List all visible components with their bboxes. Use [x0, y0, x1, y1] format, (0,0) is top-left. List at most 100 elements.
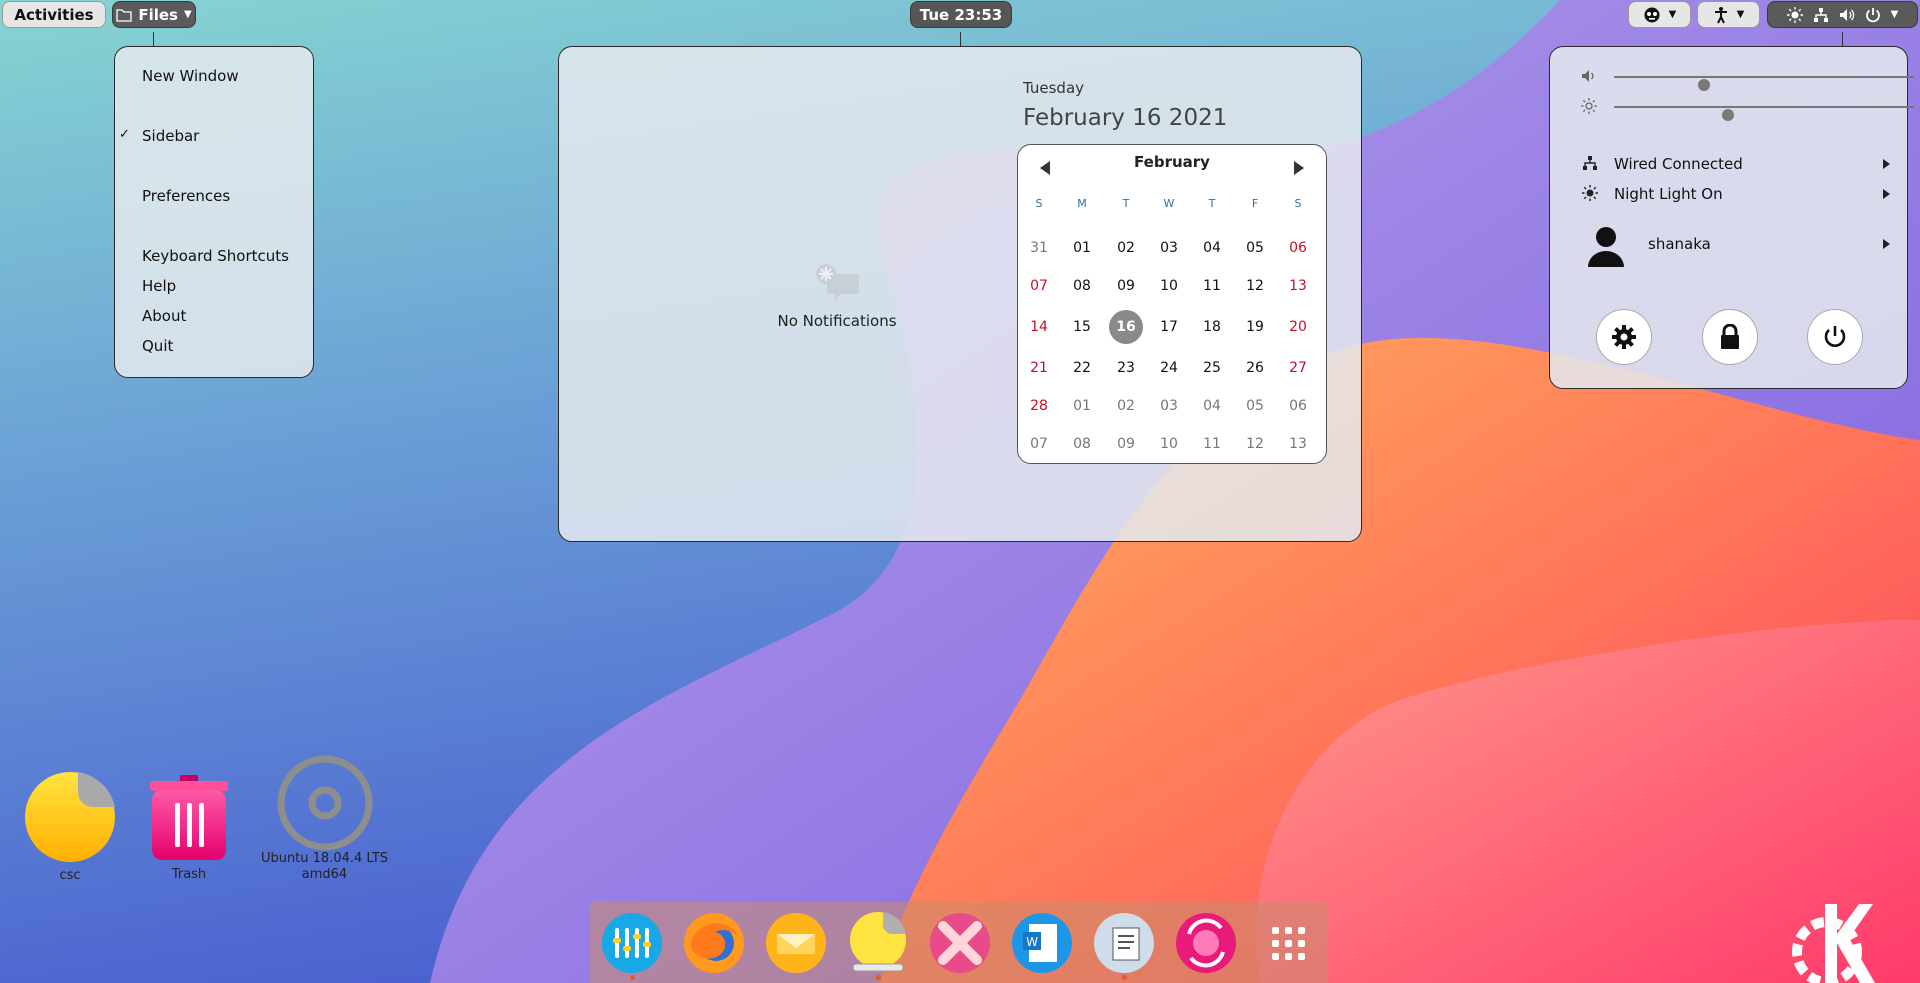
- menu-item-quit[interactable]: Quit: [142, 337, 173, 355]
- calendar-day[interactable]: 09: [1109, 429, 1143, 459]
- weekday-label: Tuesday: [1023, 79, 1085, 97]
- calendar-day[interactable]: 22: [1065, 353, 1099, 383]
- calendar-day[interactable]: 02: [1109, 391, 1143, 421]
- calendar-day[interactable]: 01: [1065, 391, 1099, 421]
- calendar-day[interactable]: 05: [1238, 391, 1272, 421]
- calendar-day[interactable]: 01: [1065, 233, 1099, 263]
- desktop-icon-ubuntu-media[interactable]: Ubuntu 18.04.4 LTS amd64: [257, 755, 392, 883]
- desktop-icon-label: Trash: [171, 867, 207, 882]
- calendar-day[interactable]: 12: [1238, 429, 1272, 459]
- menu-item-keyboard-shortcuts[interactable]: Keyboard Shortcuts: [142, 247, 289, 265]
- text-editor-icon[interactable]: [1093, 912, 1155, 980]
- night-light-label: Night Light On: [1614, 185, 1723, 203]
- indicator-menu-button[interactable]: ▼: [1628, 1, 1691, 28]
- calendar-day[interactable]: 10: [1152, 429, 1186, 459]
- calendar-day[interactable]: 20: [1281, 312, 1315, 342]
- menu-item-label: Preferences: [142, 187, 231, 205]
- calendar-day[interactable]: 18: [1195, 312, 1229, 342]
- full-date-label[interactable]: February 16 2021: [1023, 105, 1227, 131]
- power-icon: [1865, 7, 1880, 22]
- calendar-day[interactable]: 15: [1065, 312, 1099, 342]
- notifications-icon: [816, 264, 859, 301]
- folder-icon: [25, 772, 115, 862]
- user-menu-item[interactable]: shanaka: [1580, 225, 1890, 269]
- calendar-day[interactable]: 12: [1238, 271, 1272, 301]
- calendar-day[interactable]: 14: [1022, 312, 1056, 342]
- system-menu-pointer: [1842, 32, 1843, 46]
- calendar-day[interactable]: 07: [1022, 271, 1056, 301]
- calendar-day[interactable]: 03: [1152, 233, 1186, 263]
- calendar-day[interactable]: 19: [1238, 312, 1272, 342]
- app-grid-icon[interactable]: [1257, 912, 1319, 974]
- desktop-icon-trash[interactable]: Trash: [139, 773, 239, 883]
- calendar-day[interactable]: 16: [1109, 310, 1143, 344]
- menu-item-preferences[interactable]: Preferences: [142, 187, 230, 205]
- calendar-day[interactable]: 17: [1152, 312, 1186, 342]
- firefox-icon[interactable]: [683, 912, 745, 974]
- calendar-day[interactable]: 07: [1022, 429, 1056, 459]
- writer-icon[interactable]: W: [1011, 912, 1073, 974]
- calendar-day[interactable]: 05: [1238, 233, 1272, 263]
- brightness-slider[interactable]: [1614, 106, 1914, 121]
- volume-slider[interactable]: [1614, 76, 1914, 91]
- activities-button[interactable]: Activities: [2, 1, 106, 28]
- files-app-menu-button[interactable]: Files ▼: [112, 1, 196, 28]
- system-menu: Wired Connected Night Light On shanaka: [1549, 46, 1914, 389]
- system-status-button[interactable]: ▼: [1767, 1, 1918, 28]
- calendar-day[interactable]: 04: [1195, 391, 1229, 421]
- calendar-day[interactable]: 10: [1152, 271, 1186, 301]
- lock-button[interactable]: [1702, 309, 1758, 365]
- network-manager-icon[interactable]: [929, 912, 991, 974]
- calendar-day[interactable]: 27: [1281, 353, 1315, 383]
- calendar-day[interactable]: 26: [1238, 353, 1272, 383]
- calendar-day[interactable]: 28: [1022, 391, 1056, 421]
- calendar-day[interactable]: 06: [1281, 233, 1315, 263]
- calendar-day[interactable]: 31: [1022, 233, 1056, 263]
- folder-icon: [116, 8, 132, 22]
- night-light-menu-item[interactable]: Night Light On: [1580, 183, 1890, 207]
- desktop-icon-label: csc: [59, 868, 81, 883]
- power-off-button[interactable]: [1807, 309, 1863, 365]
- menu-item-new-window[interactable]: New Window: [142, 67, 239, 85]
- accessibility-menu-button[interactable]: ▼: [1697, 1, 1760, 28]
- brightness-slider-handle[interactable]: [1722, 109, 1734, 121]
- calendar-day[interactable]: 11: [1195, 429, 1229, 459]
- desktop-icon-csc[interactable]: csc: [20, 770, 120, 884]
- clock-button[interactable]: Tue 23:53: [910, 1, 1012, 28]
- mail-icon[interactable]: [765, 912, 827, 974]
- volume-icon: [1839, 8, 1854, 21]
- next-month-button[interactable]: [1294, 161, 1304, 175]
- equalizer-app-icon[interactable]: [601, 912, 663, 980]
- calendar-month-label: February: [1134, 153, 1210, 171]
- calendar-day[interactable]: 02: [1109, 233, 1143, 263]
- calendar-day[interactable]: 04: [1195, 233, 1229, 263]
- menu-item-sidebar[interactable]: ✓ Sidebar: [119, 127, 199, 145]
- calendar-day[interactable]: 03: [1152, 391, 1186, 421]
- volume-slider-handle[interactable]: [1698, 79, 1710, 91]
- desktop-icon-label: Ubuntu 18.04.4 LTS amd64: [260, 851, 389, 882]
- calendar-day[interactable]: 13: [1281, 429, 1315, 459]
- calendar-day[interactable]: 06: [1281, 391, 1315, 421]
- calendar-day[interactable]: 09: [1109, 271, 1143, 301]
- calendar-weekday-label: F: [1251, 197, 1259, 210]
- files-icon[interactable]: [847, 912, 909, 980]
- calendar-weekday-label: S: [1035, 197, 1043, 210]
- network-menu-item[interactable]: Wired Connected: [1580, 153, 1890, 177]
- software-updater-icon[interactable]: [1175, 912, 1237, 974]
- calendar-day[interactable]: 11: [1195, 271, 1229, 301]
- network-label: Wired Connected: [1614, 155, 1743, 173]
- calendar-day[interactable]: 13: [1281, 271, 1315, 301]
- menu-item-help[interactable]: Help: [142, 277, 176, 295]
- calendar-day[interactable]: 21: [1022, 353, 1056, 383]
- settings-button[interactable]: [1596, 309, 1652, 365]
- menu-item-about[interactable]: About: [142, 307, 186, 325]
- calendar-day[interactable]: 08: [1065, 271, 1099, 301]
- brightness-icon: [1580, 98, 1598, 116]
- calendar-day[interactable]: 08: [1065, 429, 1099, 459]
- calendar-day[interactable]: 25: [1195, 353, 1229, 383]
- svg-text:W: W: [1026, 935, 1038, 949]
- avatar-icon: [1586, 225, 1626, 271]
- calendar-day[interactable]: 24: [1152, 353, 1186, 383]
- calendar-day[interactable]: 23: [1109, 353, 1143, 383]
- activities-label: Activities: [14, 5, 94, 24]
